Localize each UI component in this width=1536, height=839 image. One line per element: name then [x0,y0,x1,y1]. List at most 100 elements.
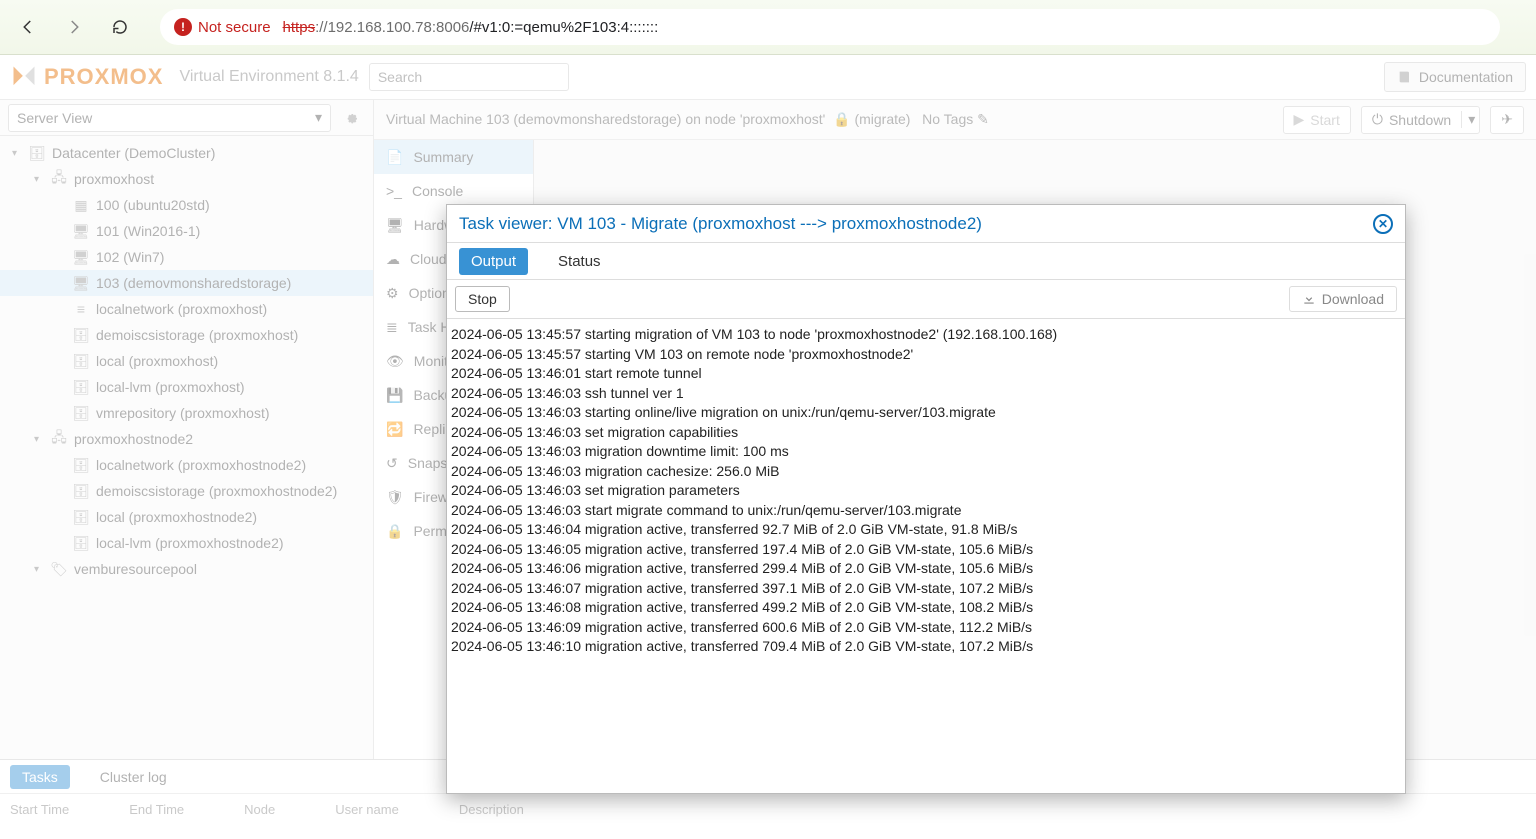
tab-icon: 🖥 [386,217,404,234]
tab-summary[interactable]: 📄Summary [374,140,533,174]
console-launch-button[interactable]: ✈ [1490,106,1524,134]
node-icon: 🗄 [72,327,90,344]
log-line: 2024-06-05 13:46:05 migration active, tr… [451,540,1401,560]
node-icon: 🗄 [28,145,46,162]
tree-label: localnetwork (proxmoxhost) [96,301,267,317]
tree-item[interactable]: 🖥102 (Win7) [0,244,373,270]
tree-label: demoiscsistorage (proxmoxhostnode2) [96,483,337,499]
col-description[interactable]: Description [459,802,524,817]
log-line: 2024-06-05 13:46:03 set migration capabi… [451,423,1401,443]
not-secure-label: Not secure [198,19,271,36]
start-button[interactable]: ▶ Start [1283,106,1351,134]
node-icon: 🏷 [50,561,68,578]
log-line: 2024-06-05 13:46:04 migration active, tr… [451,520,1401,540]
tree-pool[interactable]: ▾🏷vemburesourcepool [0,556,373,582]
tab-label: Console [412,183,463,199]
tree-label: localnetwork (proxmoxhostnode2) [96,457,306,473]
tasks-tab[interactable]: Tasks [10,765,70,789]
node-icon: 🗄 [72,405,90,422]
tab-icon: 💾 [386,387,403,404]
tree-label: local (proxmoxhost) [96,353,218,369]
tree-item[interactable]: 🗄localnetwork (proxmoxhostnode2) [0,452,373,478]
log-line: 2024-06-05 13:46:03 migration cachesize:… [451,462,1401,482]
output-tab[interactable]: Output [459,248,528,275]
tree-item[interactable]: 🗄local-lvm (proxmoxhost) [0,374,373,400]
log-line: 2024-06-05 13:46:03 set migration parame… [451,481,1401,501]
log-line: 2024-06-05 13:46:07 migration active, tr… [451,579,1401,599]
tree-label: 100 (ubuntu20std) [96,197,210,213]
col-node[interactable]: Node [244,802,275,817]
tree-label: 101 (Win2016-1) [96,223,200,239]
tree-label: vmrepository (proxmoxhost) [96,405,270,421]
address-bar[interactable]: ! Not secure https://192.168.100.78:8006… [160,9,1500,45]
no-tags-label[interactable]: No Tags [922,111,973,127]
app-header: PROXMOX Virtual Environment 8.1.4 Docume… [0,55,1536,100]
tree-item[interactable]: ≡ localnetwork (proxmoxhost) [0,296,373,322]
node-icon: 🗄 [72,535,90,552]
log-line: 2024-06-05 13:46:08 migration active, tr… [451,598,1401,618]
view-selector-label: Server View [17,110,92,126]
node-icon: ≡ [72,301,90,317]
log-line: 2024-06-05 13:46:03 ssh tunnel ver 1 [451,384,1401,404]
log-line: 2024-06-05 13:46:03 migration downtime l… [451,442,1401,462]
env-label: Virtual Environment 8.1.4 [179,68,358,86]
chevron-down-icon: ▾ [315,109,322,126]
shutdown-button[interactable]: ⏻ Shutdown▾ [1361,106,1480,134]
tree-item[interactable]: ▦100 (ubuntu20std) [0,192,373,218]
col-end-time[interactable]: End Time [129,802,184,817]
tree-node-proxmoxhostnode2[interactable]: ▾🖧proxmoxhostnode2 [0,426,373,452]
tree-item[interactable]: 🗄local (proxmoxhost) [0,348,373,374]
log-line: 2024-06-05 13:45:57 starting VM 103 on r… [451,345,1401,365]
download-button[interactable]: Download [1289,286,1397,312]
tree-item[interactable]: 🗄 vmrepository (proxmoxhost) [0,400,373,426]
chevron-down-icon[interactable]: ▾ [1461,111,1475,128]
log-line: 2024-06-05 13:46:10 migration active, tr… [451,637,1401,657]
tree-label: Datacenter (DemoCluster) [52,145,215,161]
settings-gear-icon[interactable] [337,104,365,132]
tree-label: local (proxmoxhostnode2) [96,509,257,525]
col-user[interactable]: User name [335,802,399,817]
tab-icon: 👁 [386,353,404,370]
log-line: 2024-06-05 13:45:57 starting migration o… [451,325,1401,345]
log-line: 2024-06-05 13:46:03 starting online/live… [451,403,1401,423]
task-log[interactable]: 2024-06-05 13:45:57 starting migration o… [447,319,1405,793]
tab-icon: 🛡 [386,489,404,506]
stop-button[interactable]: Stop [455,286,510,312]
col-start-time[interactable]: Start Time [10,802,69,817]
tab-icon: ☁ [386,251,400,268]
tree-item[interactable]: 🗄 local (proxmoxhostnode2) [0,504,373,530]
tree-label: proxmoxhostnode2 [74,431,193,447]
view-selector[interactable]: Server View ▾ [8,104,331,132]
tab-icon: ↺ [386,455,398,472]
proxmox-logo[interactable]: PROXMOX [10,63,163,91]
tree-item[interactable]: 🗄 demoiscsistorage (proxmoxhostnode2) [0,478,373,504]
tree-datacenter[interactable]: ▾🗄Datacenter (DemoCluster) [0,140,373,166]
back-button[interactable] [12,11,44,43]
tree-item[interactable]: 🗄demoiscsistorage (proxmoxhost) [0,322,373,348]
not-secure-badge[interactable]: ! Not secure [174,18,271,36]
node-icon: 🗄 [72,483,90,500]
node-icon: 🖥 [72,275,90,292]
url-text: https://192.168.100.78:8006/#v1:0:=qemu%… [283,19,659,36]
search-input[interactable] [369,63,569,91]
close-button[interactable]: ✕ [1373,214,1393,234]
node-icon: 🗄 [72,509,90,526]
tree-node-proxmoxhost[interactable]: ▾🖧proxmoxhost [0,166,373,192]
node-icon: 🖥 [72,223,90,240]
tab-icon: 🔒 [386,523,403,540]
forward-button[interactable] [58,11,90,43]
tab-icon: 📄 [386,149,403,166]
tree-item[interactable]: 🗄 local-lvm (proxmoxhostnode2) [0,530,373,556]
documentation-label: Documentation [1419,69,1513,85]
tree-item[interactable]: 🖥 101 (Win2016-1) [0,218,373,244]
documentation-button[interactable]: Documentation [1384,62,1526,92]
tree-label: 103 (demovmonsharedstorage) [96,275,291,291]
tree-item[interactable]: 🖥 103 (demovmonsharedstorage) [0,270,373,296]
reload-button[interactable] [104,11,136,43]
tab-console[interactable]: >_Console [374,174,533,208]
status-tab[interactable]: Status [546,248,613,275]
tree-label: local-lvm (proxmoxhostnode2) [96,535,284,551]
log-line: 2024-06-05 13:46:06 migration active, tr… [451,559,1401,579]
log-line: 2024-06-05 13:46:03 start migrate comman… [451,501,1401,521]
cluster-log-tab[interactable]: Cluster log [88,765,179,789]
